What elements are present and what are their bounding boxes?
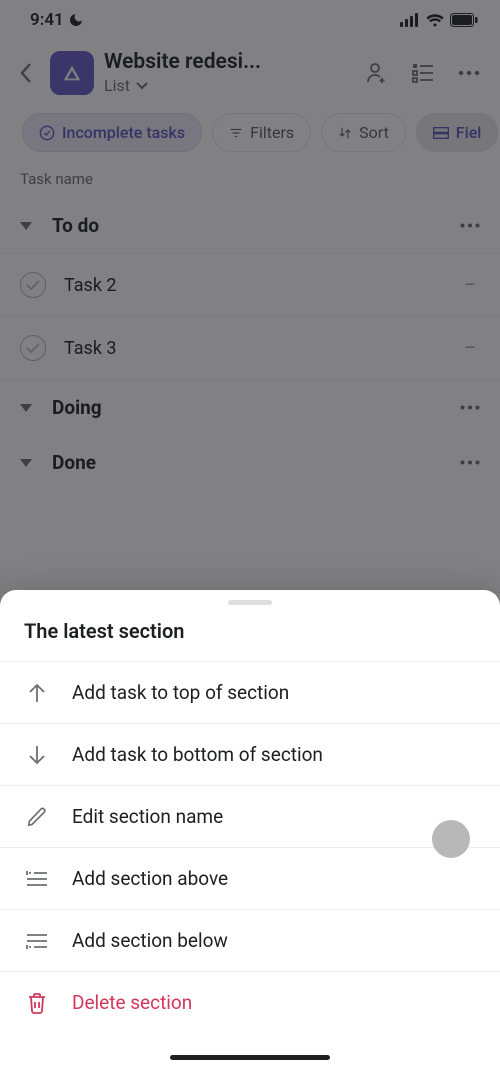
sheet-item-label: Add task to top of section bbox=[72, 681, 289, 704]
add-task-top[interactable]: Add task to top of section bbox=[0, 661, 500, 723]
section-action-sheet: The latest section Add task to top of se… bbox=[0, 590, 500, 1080]
sheet-grabber[interactable] bbox=[228, 600, 272, 605]
home-indicator[interactable] bbox=[170, 1055, 330, 1060]
sheet-item-label: Delete section bbox=[72, 991, 192, 1014]
touch-indicator bbox=[432, 820, 470, 858]
sheet-item-label: Edit section name bbox=[72, 805, 223, 828]
pencil-icon bbox=[24, 806, 50, 828]
trash-icon bbox=[24, 992, 50, 1014]
add-task-bottom[interactable]: Add task to bottom of section bbox=[0, 723, 500, 785]
sheet-title: The latest section bbox=[0, 619, 500, 661]
add-section-below[interactable]: Add section below bbox=[0, 909, 500, 971]
sheet-item-label: Add task to bottom of section bbox=[72, 743, 323, 766]
add-below-icon bbox=[24, 931, 50, 951]
add-section-above[interactable]: Add section above bbox=[0, 847, 500, 909]
edit-section-name[interactable]: Edit section name bbox=[0, 785, 500, 847]
arrow-down-icon bbox=[24, 744, 50, 766]
add-above-icon bbox=[24, 869, 50, 889]
delete-section[interactable]: Delete section bbox=[0, 971, 500, 1033]
sheet-item-label: Add section above bbox=[72, 867, 228, 890]
arrow-up-icon bbox=[24, 682, 50, 704]
sheet-item-label: Add section below bbox=[72, 929, 228, 952]
